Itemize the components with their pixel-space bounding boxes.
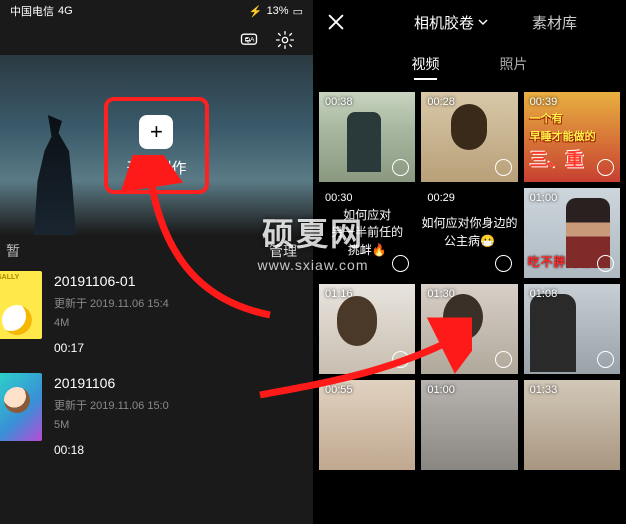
select-circle[interactable]: [597, 255, 614, 272]
signal-label: 4G: [58, 5, 73, 17]
draft-item[interactable]: 20191106 更新于 2019.11.06 15:0 5M 00:18: [0, 373, 313, 475]
media-cell[interactable]: 01:00 吃不胖的秘密: [524, 188, 620, 278]
draft-title: 20191106-01: [54, 273, 169, 289]
tab-camera-roll[interactable]: 相机胶卷: [414, 12, 488, 33]
draft-thumb: [0, 271, 42, 339]
right-panel: 相机胶卷 素材库 视频 照片 00:38 00:28: [313, 0, 626, 524]
media-cell[interactable]: 01:08: [524, 284, 620, 374]
draft-thumb: [0, 373, 42, 441]
media-cell[interactable]: 00:29 如何应对你身边的 公主病😷: [421, 188, 517, 278]
gear-icon[interactable]: [275, 30, 295, 55]
start-create-label: 开始创作: [126, 157, 186, 178]
select-circle[interactable]: [495, 159, 512, 176]
draft-duration: 00:18: [54, 443, 169, 457]
cell-duration: 00:38: [325, 96, 353, 108]
draft-duration: 00:17: [54, 341, 169, 355]
media-cell[interactable]: 00:30 如何应对 另一半前任的 挑衅🔥: [319, 188, 415, 278]
select-circle[interactable]: [597, 159, 614, 176]
start-create-button[interactable]: + 开始创作: [104, 97, 208, 194]
manage-button[interactable]: 管理: [269, 241, 297, 261]
carrier-label: 中国电信: [10, 3, 54, 19]
left-panel: 中国电信 4G ⚡13% ▭ QA + 开始创作: [0, 0, 313, 524]
media-grid: 00:38 00:28 00:39 一个有 早睡才能做的 三、重 00:30 如…: [313, 80, 626, 470]
tab-material-lib[interactable]: 素材库: [532, 12, 577, 33]
media-cell[interactable]: 01:33: [524, 380, 620, 470]
media-cell[interactable]: 01:30: [421, 284, 517, 374]
select-circle[interactable]: [392, 351, 409, 368]
media-cell[interactable]: 01:16: [319, 284, 415, 374]
media-cell[interactable]: 00:55: [319, 380, 415, 470]
draft-item[interactable]: 20191106-01 更新于 2019.11.06 15:4 4M 00:17: [0, 271, 313, 373]
svg-text:QA: QA: [245, 37, 255, 44]
drafts-title: 暂: [6, 241, 20, 261]
draft-title: 20191106: [54, 375, 169, 391]
media-cell[interactable]: 00:38: [319, 92, 415, 182]
status-bar: 中国电信 4G ⚡13% ▭: [0, 0, 313, 22]
subtab-video[interactable]: 视频: [412, 54, 440, 74]
select-circle[interactable]: [597, 351, 614, 368]
select-circle[interactable]: [495, 351, 512, 368]
hero-area: + 开始创作: [0, 55, 313, 235]
select-circle[interactable]: [392, 159, 409, 176]
select-circle[interactable]: [392, 255, 409, 272]
qa-icon[interactable]: QA: [239, 30, 259, 55]
chevron-down-icon: [478, 14, 488, 31]
drafts-header: 暂 管理: [0, 235, 313, 271]
subtab-photo[interactable]: 照片: [500, 54, 528, 74]
battery-label: 13%: [267, 5, 289, 17]
select-circle[interactable]: [495, 255, 512, 272]
media-cell[interactable]: 01:00: [421, 380, 517, 470]
close-icon[interactable]: [325, 11, 347, 33]
media-cell[interactable]: 00:28: [421, 92, 517, 182]
media-cell[interactable]: 00:39 一个有 早睡才能做的 三、重: [524, 92, 620, 182]
plus-icon: +: [139, 115, 173, 149]
